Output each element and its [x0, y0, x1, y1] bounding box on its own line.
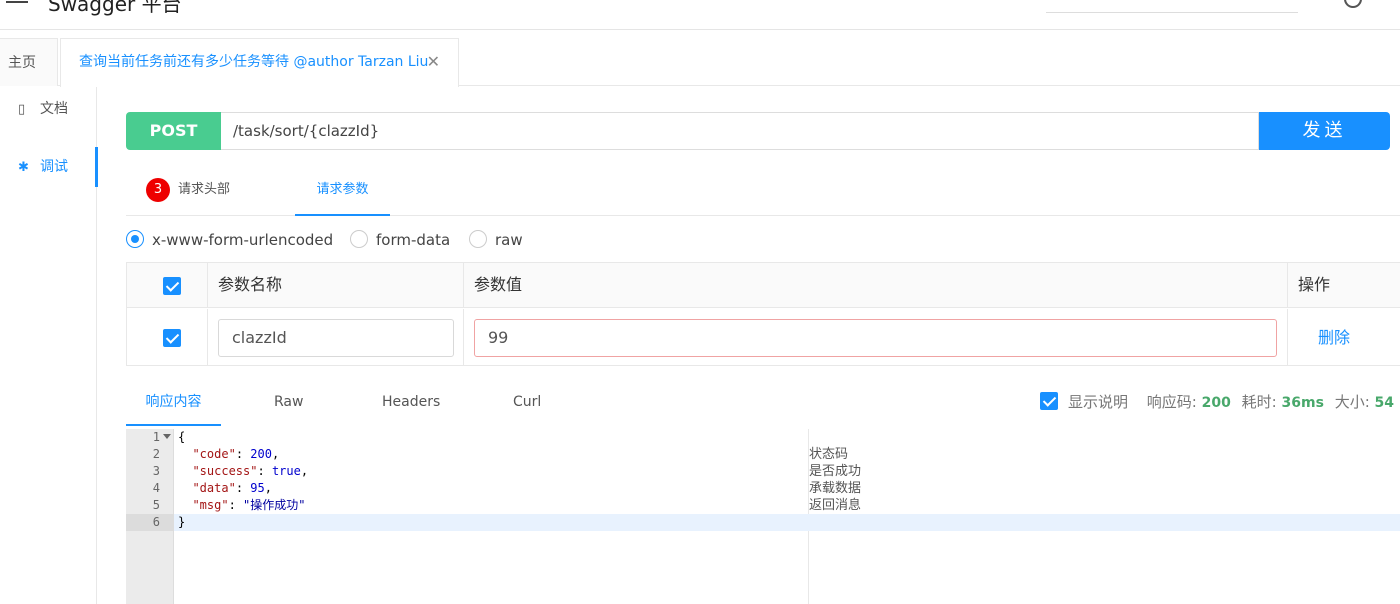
show-desc-checkbox[interactable]	[1040, 391, 1058, 410]
row-checkbox[interactable]	[163, 329, 181, 347]
radio-circle	[350, 229, 368, 248]
tab-request-headers[interactable]: 3 请求头部	[146, 166, 230, 216]
row-select-cell	[127, 309, 208, 366]
radio-label: form-data	[376, 231, 451, 249]
param-name-input[interactable]: clazzId	[218, 319, 454, 357]
column-header-action: 操作	[1298, 275, 1331, 294]
response-editor[interactable]: 1 2 3 4 5 6 { "code": 200, "success": tr…	[126, 429, 1400, 604]
code-line: "success": true,	[192, 464, 309, 478]
status-code-label: 响应码:	[1146, 393, 1197, 411]
bug-icon: ✱	[18, 160, 29, 175]
sidebar-item-label: 调试	[40, 159, 68, 175]
line-number: 2	[152, 447, 160, 461]
send-button[interactable]: 发送	[1259, 112, 1390, 150]
headers-count-badge: 3	[146, 177, 170, 202]
tab-response-headers[interactable]: Headers	[382, 380, 440, 426]
param-action-cell: 删除	[1288, 309, 1400, 366]
request-url-bar: POST /task/sort/{clazzId} 发送	[126, 112, 1390, 151]
code-line: "msg": "操作成功"	[192, 498, 306, 512]
close-icon[interactable]: ✕	[427, 39, 440, 85]
tab-label: 请求头部	[178, 182, 231, 197]
sidebar-item-debug[interactable]: ✱ 调试	[0, 147, 98, 187]
line-number: 3	[152, 464, 160, 478]
column-header-name: 参数名称	[208, 263, 464, 307]
document-icon: ▯	[18, 102, 26, 117]
line-number: 5	[152, 498, 160, 512]
tab-active-label: 查询当前任务前还有多少任务等待 @author Tarzan Liu	[79, 54, 429, 70]
param-value-cell: 99	[464, 309, 1288, 366]
hamburger-menu-icon[interactable]	[6, 0, 28, 4]
param-name-cell: clazzId	[208, 309, 464, 366]
radio-urlencoded[interactable]: x-www-form-urlencoded	[126, 228, 333, 252]
tab-request-params[interactable]: 请求参数	[295, 166, 390, 216]
table-row: clazzId 99 删除	[127, 309, 1400, 366]
radio-label: raw	[495, 231, 523, 249]
sidebar: ▯ 文档 ✱ 调试	[0, 87, 98, 604]
line-number: 4	[152, 481, 160, 495]
field-description: 承载数据	[809, 481, 862, 496]
tab-active-api[interactable]: 查询当前任务前还有多少任务等待 @author Tarzan Liu ✕	[60, 38, 459, 87]
code-area[interactable]: { "code": 200, "success": true, "data": …	[174, 429, 1400, 604]
tab-bar: 主页 查询当前任务前还有多少任务等待 @author Tarzan Liu ✕	[0, 34, 1400, 87]
param-value-input[interactable]: 99	[474, 319, 1277, 357]
delete-link[interactable]: 删除	[1318, 309, 1350, 366]
line-number: 6	[126, 514, 174, 531]
status-code-value: 200	[1201, 395, 1231, 411]
radio-form-data[interactable]: form-data	[350, 228, 450, 252]
line-number: 1	[126, 429, 174, 446]
time-label: 耗时:	[1241, 393, 1277, 411]
app-title: Swagger 平台	[48, 0, 182, 16]
field-description: 是否成功	[809, 464, 862, 479]
size-value: 54	[1374, 395, 1395, 411]
column-header-value: 参数值	[464, 263, 1288, 307]
code-line: {	[178, 430, 186, 444]
http-method-badge[interactable]: POST	[126, 112, 221, 150]
request-tabs: 3 请求头部 请求参数	[126, 166, 1400, 216]
table-header-row: 参数名称 参数值 操作	[127, 263, 1400, 308]
url-input[interactable]: /task/sort/{clazzId}	[221, 112, 1259, 150]
code-line: }	[174, 514, 1400, 531]
line-number-gutter: 1 2 3 4 5 6	[126, 429, 174, 604]
response-tabs: 响应内容 Raw Headers Curl 显示说明 响应码: 200 耗时: …	[126, 380, 1400, 427]
response-meta: 显示说明 响应码: 200 耗时: 36ms 大小: 54	[1040, 380, 1400, 426]
radio-label: x-www-form-urlencoded	[152, 231, 334, 249]
params-table: 参数名称 参数值 操作 clazzId 99 删除	[126, 262, 1400, 366]
top-bar: Swagger 平台	[0, 0, 1400, 30]
top-search-input[interactable]	[1046, 0, 1298, 13]
radio-circle	[126, 229, 144, 248]
tab-response-curl[interactable]: Curl	[513, 380, 541, 426]
radio-raw[interactable]: raw	[469, 228, 523, 252]
select-all-checkbox[interactable]	[163, 277, 181, 295]
fold-arrow-icon[interactable]	[163, 434, 171, 439]
field-description: 返回消息	[809, 498, 862, 513]
show-desc-label: 显示说明	[1068, 393, 1129, 411]
size-label: 大小:	[1334, 393, 1370, 411]
select-all-cell	[127, 263, 208, 307]
user-icon[interactable]	[1344, 0, 1362, 8]
tab-response-content[interactable]: 响应内容	[126, 380, 221, 426]
field-description: 状态码	[809, 447, 849, 462]
time-value: 36ms	[1281, 395, 1324, 411]
code-line: "code": 200,	[192, 447, 280, 461]
code-line: "data": 95,	[192, 481, 272, 495]
sidebar-item-docs[interactable]: ▯ 文档	[0, 89, 97, 129]
radio-circle	[469, 229, 487, 248]
sidebar-item-label: 文档	[40, 101, 68, 117]
tab-response-raw[interactable]: Raw	[274, 380, 303, 426]
tab-home[interactable]: 主页	[0, 38, 58, 86]
